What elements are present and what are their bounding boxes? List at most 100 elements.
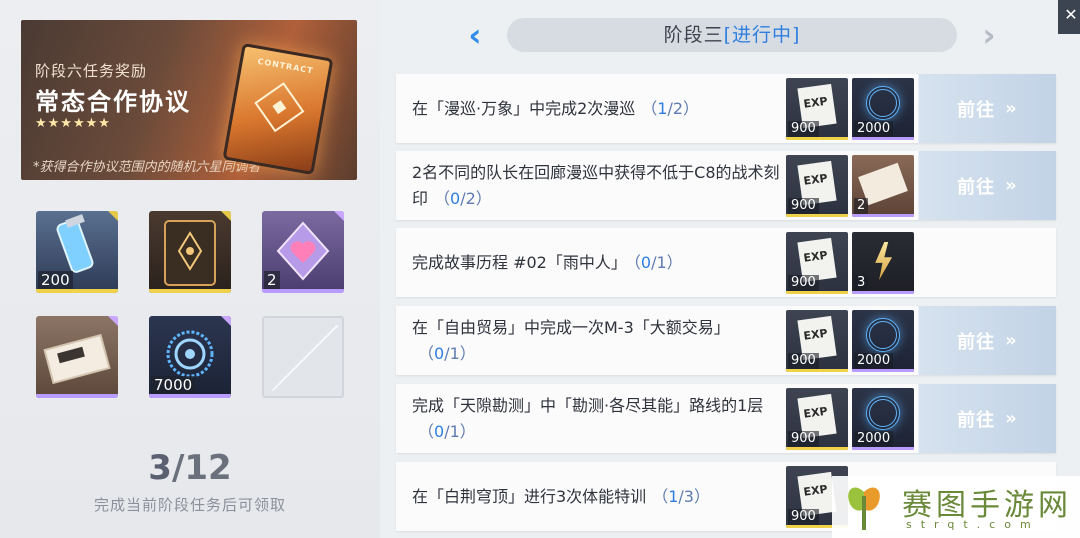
- progress-note: 完成当前阶段任务后可领取: [93, 496, 286, 514]
- reward-item-energy-vial[interactable]: 200: [36, 211, 118, 293]
- task-description: 完成「天隙勘测」中「勘测·各尽其能」路线的1层 （0/1）: [412, 384, 782, 453]
- task-progress: （0/1）: [418, 422, 476, 441]
- task-progress-current: 0: [450, 188, 461, 208]
- reward-qty: 900: [788, 431, 819, 447]
- task-progress-current: 1: [657, 98, 668, 118]
- task-progress-current: 0: [640, 252, 652, 272]
- task-row: 2名不同的队长在回廊漫巡中获得不低于C8的战术刻印（0/2） 900 2 前往 »: [396, 151, 1056, 220]
- contract-glyph-icon: [254, 82, 305, 133]
- task-progress-current: 1: [668, 486, 679, 506]
- task-progress-open: （: [418, 421, 435, 441]
- exp-icon[interactable]: 900: [786, 78, 848, 140]
- reward-item-qty: 2: [264, 271, 280, 289]
- ticket-bundle-icon: [43, 333, 111, 385]
- double-chevron-right-icon: »: [1005, 408, 1018, 429]
- exp-icon[interactable]: 900: [786, 155, 848, 217]
- task-progress: （0/1）: [418, 344, 476, 363]
- task-description: 2名不同的队长在回廊漫巡中获得不低于C8的战术刻印 （0/2）: [412, 151, 782, 220]
- task-progress-open: （: [632, 252, 641, 272]
- reward-item-contract[interactable]: [149, 211, 231, 293]
- chevron-right-icon[interactable]: ›: [976, 16, 1002, 54]
- task-progress-rest: /1）: [444, 343, 476, 363]
- go-to-button[interactable]: 前往 »: [918, 384, 1056, 453]
- task-progress-current: 0: [434, 343, 445, 363]
- task-progress-open: （: [418, 343, 435, 363]
- contract-card-text: CONTRACT: [256, 56, 315, 76]
- go-to-button[interactable]: 前往 »: [918, 74, 1056, 143]
- task-description: 在「漫巡·万象」中完成2次漫巡 （1/2）: [412, 74, 782, 143]
- task-text: 完成「天隙勘测」中「勘测·各尽其能」路线的1层: [412, 395, 764, 415]
- reward-qty: 900: [788, 353, 819, 369]
- empty-reward-slot: [262, 316, 344, 398]
- reward-item-qty: 7000: [151, 376, 196, 394]
- reward-qty: 2: [854, 198, 869, 214]
- stage-name: 阶段三: [663, 24, 724, 46]
- task-progress: （1/2）: [641, 99, 699, 118]
- task-row: 完成故事历程 #02「雨中人」（0/1） 900 3: [396, 228, 1056, 297]
- exp-icon[interactable]: 900: [786, 232, 848, 294]
- stage-task-panel: ‹ 阶段三[进行中] › ✕ 在「漫巡·万象」中完成2次漫巡（1/2） 900 …: [380, 0, 1080, 538]
- reward-banner-title: 常态合作协议: [35, 88, 191, 116]
- task-progress-open: （: [652, 486, 669, 506]
- shard-icon[interactable]: 3: [852, 232, 914, 294]
- task-description: 在「自由贸易」中完成一次M-3「大额交易」 （0/1）: [412, 306, 782, 375]
- stage-title: 阶段三[进行中]: [507, 18, 957, 52]
- contract-card-icon: [164, 220, 216, 286]
- task-progress-open: （: [641, 98, 658, 118]
- reward-item-qty: 200: [38, 271, 73, 289]
- task-progress-open: （: [434, 188, 451, 208]
- rarity-corner: [334, 211, 344, 221]
- task-text: 在「自由贸易」中完成一次M-3「大额交易」: [412, 317, 730, 337]
- rarity-bar: [262, 289, 344, 293]
- task-progress-rest: /1）: [444, 421, 476, 441]
- reward-item-heart-crystal[interactable]: 2: [262, 211, 344, 293]
- site-watermark: 赛图手游网 strqt.com: [832, 476, 1080, 538]
- reward-item-coin[interactable]: 7000: [149, 316, 231, 398]
- task-description: 完成故事历程 #02「雨中人」 （0/1）: [412, 228, 782, 297]
- coin-icon[interactable]: 2000: [852, 388, 914, 450]
- task-text: 在「漫巡·万象」中完成2次漫巡: [412, 98, 636, 118]
- stage-progress-counter: 3/12: [0, 448, 380, 488]
- rarity-corner: [108, 316, 118, 326]
- rarity-corner: [221, 316, 231, 326]
- rarity-stars: ★★★★★★: [35, 116, 111, 131]
- go-to-button[interactable]: 前往 »: [918, 306, 1056, 375]
- chevron-left-icon[interactable]: ‹: [462, 16, 488, 54]
- task-progress-rest: /2）: [460, 188, 492, 208]
- reward-qty: 2000: [854, 431, 894, 447]
- reward-qty: 900: [788, 275, 819, 291]
- rarity-bar: [36, 394, 118, 398]
- double-chevron-right-icon: »: [1005, 175, 1018, 196]
- reward-qty: 900: [788, 121, 819, 137]
- stage-status: [进行中]: [723, 24, 801, 46]
- go-to-label: 前往: [957, 331, 996, 353]
- task-row: 在「自由贸易」中完成一次M-3「大额交易」 （0/1） 900 2000 前往 »: [396, 306, 1056, 375]
- task-row: 在「漫巡·万象」中完成2次漫巡（1/2） 900 2000 前往»: [396, 74, 1056, 143]
- task-progress-rest: /3）: [678, 486, 710, 506]
- task-progress: （0/2）: [434, 189, 492, 208]
- butterfly-logo-icon: [848, 487, 880, 530]
- exp-icon[interactable]: 900: [786, 388, 848, 450]
- coin-icon[interactable]: 2000: [852, 78, 914, 140]
- go-to-label: 前往: [957, 176, 996, 198]
- exp-icon[interactable]: 900: [786, 310, 848, 372]
- task-progress-rest: /2）: [667, 98, 700, 118]
- progress-separator: /: [171, 448, 185, 488]
- stage-reward-banner[interactable]: 阶段六任务奖励 常态合作协议 ★★★★★★ *获得合作协议范围内的随机六星同调者…: [21, 20, 357, 180]
- reward-qty: 900: [788, 509, 819, 525]
- close-icon[interactable]: ✕: [1058, 0, 1080, 34]
- reward-qty: 2000: [854, 121, 894, 137]
- ticket-icon[interactable]: 2: [852, 155, 914, 217]
- rarity-bar: [149, 394, 231, 398]
- reward-banner-subtitle: 阶段六任务奖励: [35, 62, 148, 80]
- task-description: 在「白荆穹顶」进行3次体能特训 （1/3）: [412, 462, 782, 531]
- reward-qty: 2000: [854, 353, 894, 369]
- task-progress: （0/1）: [633, 253, 683, 272]
- reward-item-ticket-bundle[interactable]: [36, 316, 118, 398]
- double-chevron-right-icon: »: [1005, 330, 1018, 351]
- coin-icon[interactable]: 2000: [852, 310, 914, 372]
- progress-current: 3: [148, 448, 172, 488]
- rarity-corner: [108, 211, 118, 221]
- go-to-button[interactable]: 前往 »: [918, 151, 1056, 220]
- go-to-label: 前往: [957, 99, 996, 121]
